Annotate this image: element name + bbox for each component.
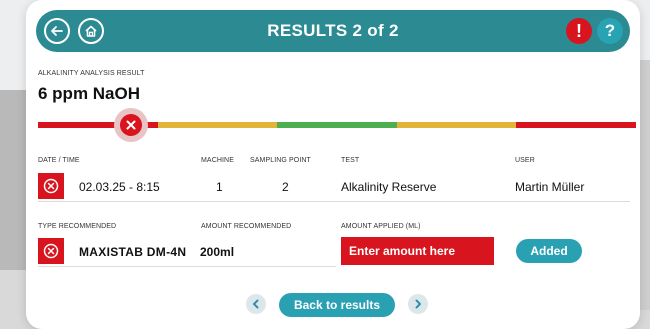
measurement-datetime: 02.03.25 - 8:15 <box>79 180 160 194</box>
back-to-results-button[interactable]: Back to results <box>279 293 395 317</box>
remove-recommendation-button[interactable] <box>38 238 64 264</box>
amount-applied-input[interactable] <box>341 237 494 265</box>
header-user: USER <box>515 157 535 164</box>
chevron-right-icon <box>415 299 421 309</box>
measurement-user: Martin Müller <box>515 180 585 194</box>
results-card: RESULTS 2 of 2 ! ? ALKALINITY ANALYSIS R… <box>26 0 640 329</box>
header-machine: MACHINE <box>201 157 234 164</box>
header-bar: RESULTS 2 of 2 ! ? <box>36 10 630 52</box>
remove-measurement-button[interactable] <box>38 173 64 199</box>
gauge-marker <box>114 108 148 142</box>
result-label: ALKALINITY ANALYSIS RESULT <box>38 70 145 77</box>
measurement-test: Alkalinity Reserve <box>341 180 437 194</box>
gauge-segment-yellow-high <box>397 122 516 128</box>
previous-button[interactable] <box>246 294 266 314</box>
recommended-amount: 200ml <box>200 245 235 259</box>
header-amount-applied: AMOUNT APPLIED (ML) <box>341 223 421 230</box>
gauge-segment-red-high <box>516 122 636 128</box>
added-button[interactable]: Added <box>516 239 582 263</box>
row-divider <box>38 266 336 267</box>
question-icon: ? <box>604 21 616 40</box>
header-datetime: DATE / TIME <box>38 157 80 164</box>
remove-icon <box>43 178 59 194</box>
header-amount-recommended: AMOUNT RECOMMENDED <box>201 223 292 230</box>
exclamation-icon: ! <box>576 20 582 41</box>
row-divider <box>38 201 630 202</box>
alert-button[interactable]: ! <box>566 18 592 44</box>
gauge-segment-green <box>277 122 397 128</box>
remove-icon <box>43 243 59 259</box>
close-icon <box>126 120 136 130</box>
help-button[interactable]: ? <box>597 18 623 44</box>
measurement-machine: 1 <box>216 180 223 194</box>
header-type-recommended: TYPE RECOMMENDED <box>38 223 117 230</box>
result-value: 6 ppm NaOH <box>38 84 141 103</box>
page-title: RESULTS 2 of 2 <box>267 21 399 40</box>
chevron-left-icon <box>253 299 259 309</box>
header-test: TEST <box>341 157 360 164</box>
header-sampling-point: SAMPLING POINT <box>250 157 311 164</box>
measurement-sampling-point: 2 <box>282 180 289 194</box>
recommended-product: MAXISTAB DM-4N <box>79 245 187 259</box>
next-button[interactable] <box>408 294 428 314</box>
gauge-segment-yellow-low <box>158 122 277 128</box>
